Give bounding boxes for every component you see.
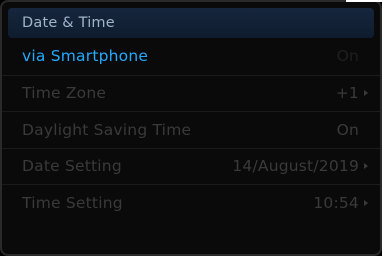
time-zone-value: +1 [336,84,368,102]
via-smartphone-label: via Smartphone [22,47,149,66]
panel-title: Date & Time [22,15,115,31]
time-setting-value: 10:54 [313,194,368,212]
settings-list: via Smartphone On Time Zone +1 Daylight … [2,38,380,221]
daylight-saving-time-value-text: On [336,120,359,139]
date-setting-value: 14/August/2019 [232,157,368,175]
time-setting-label: Time Setting [22,193,123,212]
row-time-setting[interactable]: Time Setting 10:54 [2,184,380,221]
via-smartphone-value: On [337,47,368,65]
panel-header: Date & Time [8,8,374,38]
daylight-saving-time-label: Daylight Saving Time [22,120,192,139]
row-via-smartphone[interactable]: via Smartphone On [2,38,380,75]
row-time-zone[interactable]: Time Zone +1 [2,74,380,112]
date-setting-label: Date Setting [22,157,122,176]
via-smartphone-value-text: On [336,47,359,66]
chevron-right-icon [364,199,368,206]
date-setting-value-text: 14/August/2019 [232,157,359,176]
time-zone-label: Time Zone [22,84,107,103]
chevron-right-icon [364,163,368,170]
chevron-right-icon [364,90,368,97]
date-time-panel: Date & Time via Smartphone On Time Zone … [0,0,382,256]
time-setting-value-text: 10:54 [313,193,359,212]
daylight-saving-time-value: On [337,121,368,139]
time-zone-value-text: +1 [335,84,359,103]
corner-notch [346,0,382,2]
row-date-setting[interactable]: Date Setting 14/August/2019 [2,147,380,185]
row-daylight-saving-time[interactable]: Daylight Saving Time On [2,111,380,148]
